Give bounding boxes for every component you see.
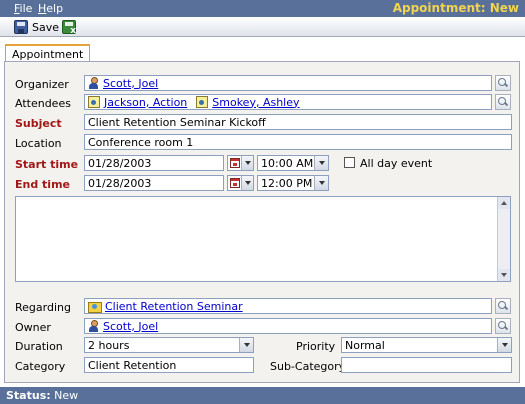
lookup-icon: [498, 321, 508, 331]
category-input[interactable]: Client Retention: [84, 357, 254, 373]
lookup-icon: [498, 301, 508, 311]
organizer-lookup-button[interactable]: [495, 75, 511, 91]
menu-help[interactable]: Help: [38, 2, 63, 15]
chevron-down-icon: [241, 176, 253, 190]
description-textarea[interactable]: [15, 196, 511, 282]
person-icon: [88, 320, 99, 332]
end-date-picker[interactable]: [227, 175, 254, 191]
start-time-label: Start time: [15, 158, 79, 171]
category-label: Category: [15, 360, 66, 373]
status-bar: Status: New: [0, 387, 525, 404]
start-date-picker[interactable]: [227, 155, 254, 171]
all-day-checkbox[interactable]: [344, 157, 355, 168]
menu-bar: File Help Appointment: New: [0, 0, 525, 17]
location-input[interactable]: Conference room 1: [84, 134, 512, 150]
subject-label: Subject: [15, 117, 62, 130]
subcategory-label: Sub-Category: [270, 360, 346, 373]
menu-file[interactable]: File: [14, 2, 32, 15]
regarding-lookup-button[interactable]: [495, 298, 511, 314]
regarding-label: Regarding: [15, 301, 71, 314]
save-and-close-button[interactable]: [62, 19, 76, 36]
scroll-up-button[interactable]: [498, 197, 510, 209]
contact-icon: [88, 96, 100, 108]
chevron-down-icon: [239, 338, 253, 352]
tab-appointment[interactable]: Appointment: [5, 44, 91, 62]
save-button-label: Save: [32, 20, 60, 34]
chevron-down-icon: [314, 156, 328, 170]
organizer-link[interactable]: Scott, Joel: [103, 77, 158, 90]
priority-select[interactable]: Normal: [341, 337, 512, 353]
description-scrollbar[interactable]: [497, 197, 510, 281]
subcategory-input[interactable]: [341, 357, 512, 373]
chevron-down-icon: [314, 176, 328, 190]
start-date-input[interactable]: 01/28/2003: [84, 155, 224, 171]
attendee-link[interactable]: Smokey, Ashley: [212, 96, 299, 109]
attendees-lookup-button[interactable]: [495, 94, 511, 110]
calendar-icon: [230, 178, 240, 188]
chevron-down-icon: [241, 156, 253, 170]
person-icon: [88, 77, 99, 89]
lookup-icon: [498, 78, 508, 88]
scroll-down-button[interactable]: [498, 269, 510, 281]
window-title: Appointment: New: [392, 1, 519, 15]
save-icon: [14, 20, 28, 34]
end-date-input[interactable]: 01/28/2003: [84, 175, 224, 191]
attendees-field[interactable]: Jackson, Action Smokey, Ashley: [84, 94, 492, 110]
calendar-icon: [230, 158, 240, 168]
status-label: Status:: [6, 389, 51, 402]
organizer-field[interactable]: Scott, Joel: [84, 75, 492, 91]
regarding-field[interactable]: Client Retention Seminar: [84, 298, 492, 314]
end-time-label: End time: [15, 178, 70, 191]
campaign-icon: [88, 300, 102, 313]
regarding-link[interactable]: Client Retention Seminar: [105, 300, 243, 313]
owner-lookup-button[interactable]: [495, 318, 511, 334]
attendee-link[interactable]: Jackson, Action: [104, 96, 187, 109]
status-value: New: [54, 389, 79, 402]
save-button[interactable]: Save: [14, 19, 59, 35]
duration-label: Duration: [15, 340, 63, 353]
owner-label: Owner: [15, 321, 51, 334]
location-label: Location: [15, 137, 62, 150]
organizer-label: Organizer: [15, 78, 69, 91]
duration-select[interactable]: 2 hours: [84, 337, 254, 353]
priority-label: Priority: [296, 340, 336, 353]
chevron-down-icon: [497, 338, 511, 352]
owner-link[interactable]: Scott, Joel: [103, 320, 158, 333]
save-and-close-icon: [62, 20, 76, 36]
all-day-label: All day event: [360, 157, 433, 170]
owner-field[interactable]: Scott, Joel: [84, 318, 492, 334]
toolbar: Save: [0, 17, 525, 37]
end-time-select[interactable]: 12:00 PM: [257, 175, 329, 191]
subject-input[interactable]: Client Retention Seminar Kickoff: [84, 114, 512, 130]
lookup-icon: [498, 97, 508, 107]
contact-icon: [196, 96, 209, 108]
tab-strip: Appointment: [0, 38, 525, 62]
attendees-label: Attendees: [15, 97, 71, 110]
start-time-select[interactable]: 10:00 AM: [257, 155, 329, 171]
